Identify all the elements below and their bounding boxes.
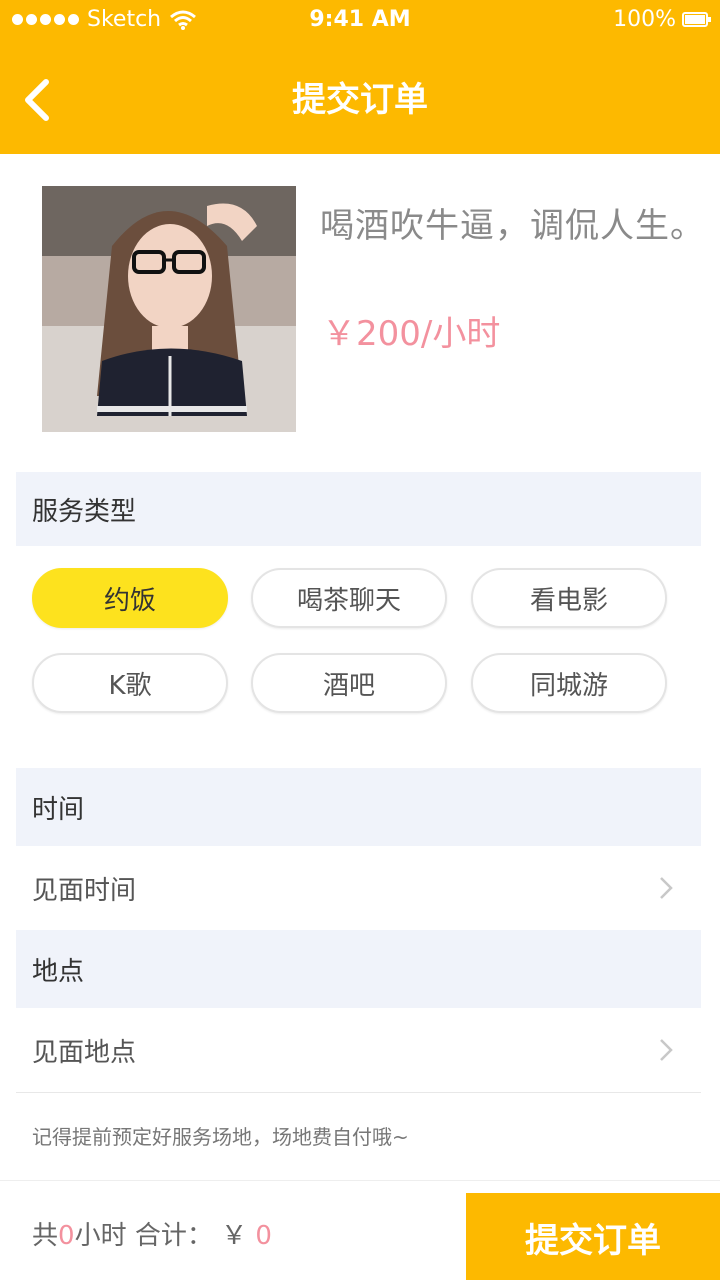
total-prefix: 共	[32, 1221, 59, 1251]
status-time: 9:41 AM	[309, 7, 411, 32]
tag-option-4[interactable]: K歌	[32, 653, 228, 713]
meeting-place-label: 见面地点	[32, 1037, 137, 1068]
location-section-header: 地点	[16, 930, 701, 1008]
service-options: 约饭 喝茶聊天 看电影 K歌 酒吧 同城游	[16, 546, 701, 768]
hours-value: 0	[58, 1221, 75, 1251]
sum-label: 合计：	[134, 1221, 213, 1251]
profile-photo	[42, 186, 296, 432]
service-type-header: 服务类型	[16, 472, 701, 546]
time-section-title: 时间	[32, 794, 85, 825]
tag-option-3[interactable]: 看电影	[471, 568, 667, 628]
meeting-time-row[interactable]: 见面时间	[16, 846, 701, 930]
currency-symbol: ￥	[221, 1221, 248, 1251]
tag-option-1[interactable]: 约饭	[32, 568, 228, 628]
status-right: 100%	[613, 7, 711, 32]
submit-order-button[interactable]: 提交订单	[466, 1193, 720, 1280]
tag-option-2[interactable]: 喝茶聊天	[251, 568, 447, 628]
hours-unit: 小时	[74, 1221, 127, 1251]
location-section-title: 地点	[32, 956, 85, 987]
chevron-right-icon	[660, 877, 673, 899]
tag-option-6[interactable]: 同城游	[471, 653, 667, 713]
chevron-right-icon	[660, 1039, 673, 1061]
status-bar: Sketch 9:41 AM 100%	[0, 0, 720, 40]
meeting-time-label: 见面时间	[32, 875, 137, 906]
order-summary: 共0小时 合计： ￥ 0	[32, 1215, 272, 1252]
battery-icon	[682, 12, 711, 27]
service-type-title: 服务类型	[32, 496, 137, 527]
venue-note: 记得提前预定好服务场地，场地费自付哦~	[16, 1092, 701, 1178]
order-footer: 共0小时 合计： ￥ 0 提交订单	[0, 1180, 720, 1280]
amount-value: 0	[255, 1221, 272, 1251]
price-label: ￥200/小时	[322, 314, 501, 354]
tag-option-5[interactable]: 酒吧	[251, 653, 447, 713]
meeting-place-row[interactable]: 见面地点	[16, 1008, 701, 1092]
profile-tagline: 喝酒吹牛逼，调侃人生。	[320, 206, 705, 246]
header-bar: Sketch 9:41 AM 100% 提交订单	[0, 0, 720, 154]
profile-card: 喝酒吹牛逼，调侃人生。 ￥200/小时	[0, 154, 720, 472]
page-title: 提交订单	[292, 80, 428, 120]
battery-percent: 100%	[613, 7, 676, 32]
time-section-header: 时间	[16, 768, 701, 846]
